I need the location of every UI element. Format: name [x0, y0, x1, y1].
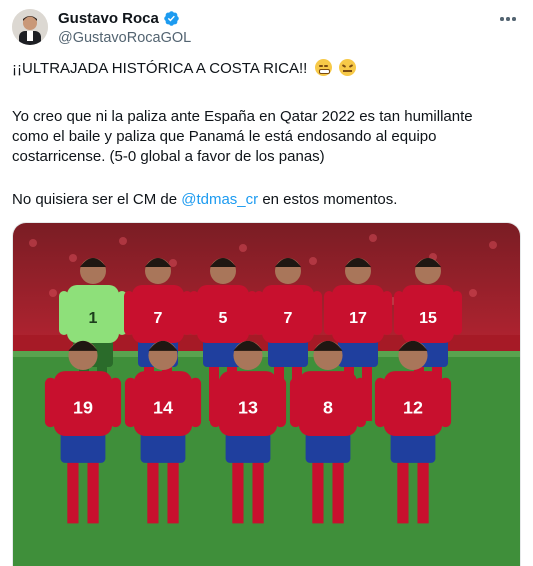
confounded-face-emoji	[338, 59, 356, 76]
front-jersey-number-1: 14	[153, 398, 173, 418]
team-photo-image: 1 7 5 7 17 15 19 14 13 8 12	[13, 223, 520, 566]
back-jersey-number-3: 7	[284, 310, 293, 327]
author-avatar[interactable]	[12, 9, 48, 45]
back-jersey-number-2: 5	[219, 310, 228, 327]
more-options-icon[interactable]	[497, 8, 519, 30]
front-jersey-number-0: 19	[73, 398, 93, 418]
tweet-text-line-1: ¡¡ULTRAJADA HISTÓRICA A COSTA RICA!!	[12, 59, 517, 79]
tweet-text-line-4: No quisiera ser el CM de @tdmas_cr en es…	[12, 191, 398, 208]
grimacing-face-emoji	[314, 59, 332, 76]
tweet-text-paragraph-2: Yo creo que ni la paliza ante España en …	[12, 108, 473, 165]
author-name[interactable]: Gustavo Roca	[58, 9, 159, 28]
author-handle[interactable]: @GustavoRocaGOL	[58, 29, 191, 47]
tweet-media-photo[interactable]: 1 7 5 7 17 15 19 14 13 8 12	[12, 222, 521, 566]
front-jersey-number-2: 13	[238, 398, 258, 418]
verified-badge-icon	[163, 10, 180, 27]
back-jersey-number-5: 15	[419, 310, 437, 327]
front-jersey-number-3: 8	[323, 398, 333, 418]
mention-link[interactable]: @tdmas_cr	[181, 191, 258, 208]
back-jersey-number-1: 7	[154, 310, 163, 327]
back-jersey-number-4: 17	[349, 310, 367, 327]
tweet-card[interactable]: Gustavo Roca @GustavoRocaGOL ¡¡ULTRAJADA…	[0, 0, 533, 566]
back-jersey-number-0: 1	[89, 310, 98, 327]
front-jersey-number-4: 12	[403, 398, 423, 418]
